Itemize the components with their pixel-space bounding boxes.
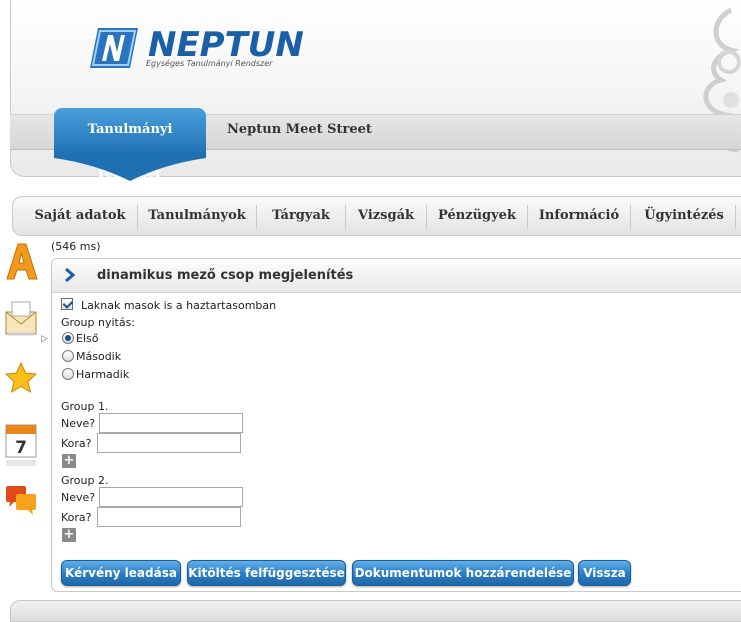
group-1-name-label: Neve? [61, 417, 96, 430]
group-2-name-input[interactable] [99, 487, 243, 507]
main-menu: Saját adatok Tanulmányok Tárgyak Vizsgák… [12, 196, 741, 236]
group-1-age-label: Kora? [61, 437, 92, 450]
group-1-add-button[interactable]: + [62, 454, 76, 468]
sidebar-toggle-icon[interactable]: ▷ [41, 334, 48, 344]
menu-item-tanulmanyok[interactable]: Tanulmányok [143, 197, 251, 235]
panel-title: dinamikus mező csop megjelenítés [97, 268, 354, 283]
active-tab-pointer [54, 154, 206, 185]
group-1-name-input[interactable] [99, 413, 243, 433]
radio-first[interactable] [62, 332, 74, 344]
radio-third[interactable] [62, 368, 74, 380]
radio-first-label: Első [76, 332, 99, 345]
group-1-age-input[interactable] [97, 433, 241, 453]
menu-divider [527, 205, 528, 229]
household-checkbox-label: Laknak masok is a haztartasomban [81, 299, 277, 312]
submit-request-button[interactable]: Kérvény leadása [61, 560, 181, 586]
radio-third-label: Harmadik [76, 368, 130, 381]
group-2-age-label: Kora? [61, 511, 92, 524]
calendar-day: 7 [15, 438, 27, 458]
menu-item-ugyintezes[interactable]: Ügyintézés [637, 197, 731, 235]
tab-tanulmanyi-rendszer[interactable]: Tanulmányi rendszer [54, 108, 206, 181]
calendar-icon[interactable]: 7 [4, 422, 38, 473]
radio-second-label: Második [76, 350, 122, 363]
menu-item-vizsgak[interactable]: Vizsgák [351, 197, 421, 235]
group-2-age-input[interactable] [97, 507, 241, 527]
group-2-name-label: Neve? [61, 491, 96, 504]
menu-divider [137, 205, 138, 229]
menu-item-sajat-adatok[interactable]: Saját adatok [27, 197, 133, 235]
suspend-filling-button[interactable]: Kitöltés felfüggesztése [187, 560, 346, 586]
menu-item-targyak[interactable]: Tárgyak [262, 197, 340, 235]
group-2-add-button[interactable]: + [62, 528, 76, 542]
menu-item-penzugyek[interactable]: Pénzügyek [432, 197, 522, 235]
footer-bar [10, 600, 741, 622]
chat-icon[interactable] [4, 484, 38, 527]
attach-documents-button[interactable]: Dokumentumok hozzárendelése [352, 560, 574, 586]
font-a-icon[interactable] [4, 241, 38, 284]
chevron-right-icon[interactable] [64, 267, 76, 285]
form-panel: dinamikus mező csop megjelenítés Laknak … [51, 258, 741, 592]
logo-subtitle: Egységes Tanulmányi Rendszer [146, 59, 273, 68]
group-2-title: Group 2. [61, 474, 109, 487]
menu-divider [426, 205, 427, 229]
neptun-logo-icon [88, 26, 140, 73]
mail-icon[interactable] [4, 300, 38, 341]
response-time: (546 ms) [51, 240, 101, 253]
group-1-title: Group 1. [61, 400, 109, 413]
radio-second[interactable] [62, 350, 74, 362]
star-icon[interactable] [4, 360, 38, 403]
tab-neptun-meet-street[interactable]: Neptun Meet Street [227, 122, 372, 137]
menu-divider [735, 205, 736, 229]
menu-item-informacio[interactable]: Információ [533, 197, 625, 235]
menu-divider [256, 205, 257, 229]
group-open-label: Group nyitás: [61, 316, 136, 329]
panel-header: dinamikus mező csop megjelenítés [52, 259, 741, 293]
menu-divider [345, 205, 346, 229]
menu-divider [630, 205, 631, 229]
back-button[interactable]: Vissza [578, 560, 631, 586]
household-checkbox[interactable] [61, 298, 73, 310]
